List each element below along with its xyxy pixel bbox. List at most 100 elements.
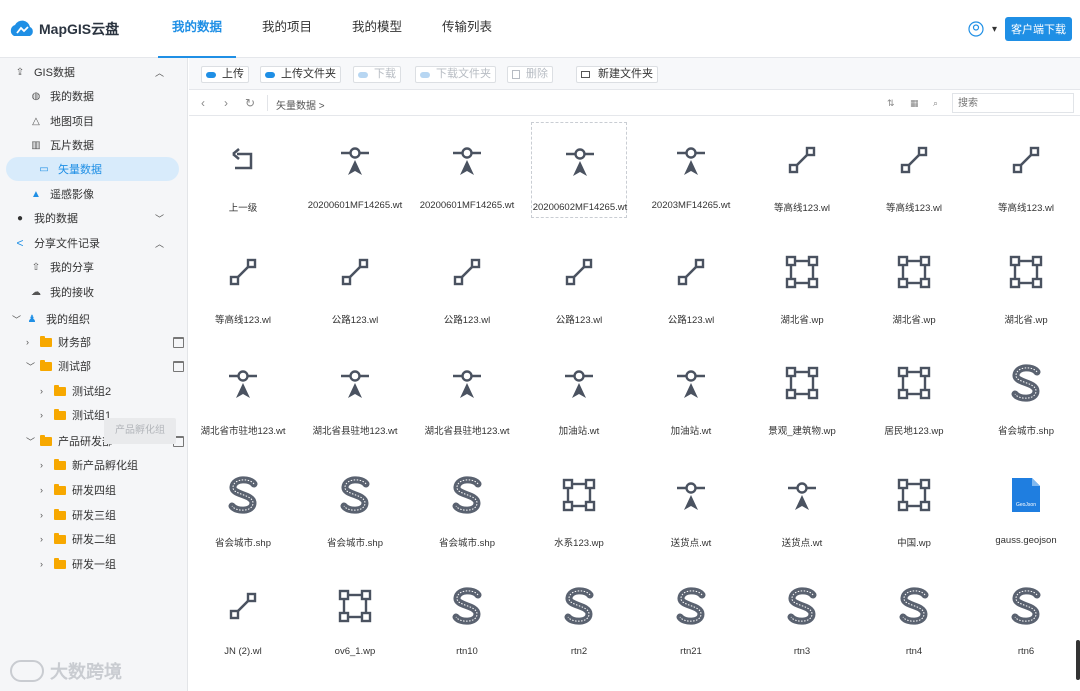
file-item[interactable]: 20200601MF14265.wt (419, 122, 515, 218)
upload-folder-button[interactable]: 上传文件夹 (260, 66, 341, 83)
file-item[interactable]: 湖北省.wp (978, 234, 1074, 330)
sidebar-item-map-project[interactable]: △ 地图项目 (0, 109, 188, 133)
sidebar-item-my-data-group[interactable]: ● 我的数据 ﹀ (0, 206, 188, 230)
file-item[interactable]: GeoJson gauss.geojson (978, 457, 1074, 553)
file-item[interactable]: 等高线123.wl (195, 234, 291, 330)
tree-node-rd1[interactable]: › 研发一组 (0, 552, 188, 576)
file-item[interactable]: 中国.wp (866, 457, 962, 553)
file-item[interactable]: 加油站.wt (643, 345, 739, 441)
tree-node-my-org[interactable]: ﹀ ♟ 我的组织 (0, 307, 188, 331)
file-item[interactable]: 湖北省市驻地123.wt (195, 345, 291, 441)
file-item[interactable]: 居民地123.wp (866, 345, 962, 441)
tree-node-test-group2[interactable]: › 测试组2 (0, 379, 188, 403)
file-item[interactable]: 等高线123.wl (978, 122, 1074, 218)
chevron-up-icon[interactable]: ︿ (155, 66, 164, 79)
logo[interactable]: MapGIS云盘 (8, 17, 119, 41)
chevron-down-icon[interactable]: ﹀ (12, 313, 26, 326)
sidebar-item-vector-data[interactable]: ▭ 矢量数据 (0, 157, 188, 181)
file-item[interactable]: 加油站.wt (531, 345, 627, 441)
sidebar-item-my-receive[interactable]: ☁ 我的接收 (0, 280, 188, 304)
forward-arrow-icon[interactable]: › (224, 96, 228, 110)
delete-button[interactable]: 删除 (507, 66, 553, 83)
file-item[interactable]: 公路123.wl (419, 234, 515, 330)
trash-icon[interactable] (173, 360, 184, 372)
chevron-right-icon[interactable]: › (40, 559, 54, 569)
chevron-right-icon[interactable]: › (40, 410, 54, 420)
breadcrumb[interactable]: 矢量数据 > (276, 97, 325, 112)
file-item[interactable]: 等高线123.wl (866, 122, 962, 218)
refresh-icon[interactable]: ↻ (245, 96, 255, 110)
file-item[interactable]: 20200602MF14265.wt (531, 122, 627, 218)
client-download-button[interactable]: 客户端下载 (1005, 17, 1072, 41)
file-item[interactable]: 等高线123.wl (754, 122, 850, 218)
file-item[interactable]: rtn6 (978, 568, 1074, 664)
chevron-right-icon[interactable]: › (40, 386, 54, 396)
back-arrow-icon[interactable]: ‹ (201, 96, 205, 110)
tree-node-rd2[interactable]: › 研发二组 (0, 527, 188, 551)
tree-node-test-dept[interactable]: ﹀ 测试部 (0, 354, 188, 378)
chevron-right-icon[interactable]: › (40, 534, 54, 544)
upload-button[interactable]: 上传 (201, 66, 249, 83)
scrollbar-thumb[interactable] (1076, 640, 1080, 680)
sidebar-item-gis-data[interactable]: ⇪ GIS数据 ︿ (0, 60, 188, 84)
file-item[interactable]: 省会城市.shp (307, 457, 403, 553)
cloud-upload-icon (206, 71, 216, 78)
download-button[interactable]: 下载 (353, 66, 401, 83)
tab-transfer-list[interactable]: 传输列表 (428, 0, 506, 58)
tab-my-models[interactable]: 我的模型 (338, 0, 416, 58)
chevron-down-icon[interactable]: ﹀ (26, 360, 40, 373)
file-item[interactable]: rtn21 (643, 568, 739, 664)
sidebar-item-tile-data[interactable]: ▥ 瓦片数据 (0, 133, 188, 157)
file-item[interactable]: 送货点.wt (754, 457, 850, 553)
download-folder-button[interactable]: 下载文件夹 (415, 66, 496, 83)
sidebar-item-my-share[interactable]: ⇧ 我的分享 (0, 255, 188, 279)
file-item[interactable]: 湖北省县驻地123.wt (419, 345, 515, 441)
file-item[interactable]: 省会城市.shp (978, 345, 1074, 441)
search-icon[interactable]: ⌕ (933, 98, 938, 109)
chevron-down-icon[interactable]: ﹀ (26, 435, 40, 448)
chevron-down-icon[interactable]: ﹀ (155, 212, 164, 225)
tree-node-finance[interactable]: › 财务部 (0, 330, 188, 354)
chevron-down-icon[interactable]: ▾ (992, 24, 997, 35)
chevron-right-icon[interactable]: › (26, 337, 40, 347)
user-avatar-icon[interactable] (968, 21, 984, 37)
file-item[interactable]: rtn4 (866, 568, 962, 664)
file-item[interactable]: ov6_1.wp (307, 568, 403, 664)
file-item[interactable]: 公路123.wl (643, 234, 739, 330)
sidebar-item-my-data[interactable]: ◍ 我的数据 (0, 84, 188, 108)
chevron-right-icon[interactable]: › (40, 485, 54, 495)
chevron-right-icon[interactable]: › (40, 510, 54, 520)
file-item[interactable]: 省会城市.shp (419, 457, 515, 553)
file-item[interactable]: rtn3 (754, 568, 850, 664)
tab-my-projects[interactable]: 我的项目 (248, 0, 326, 58)
file-item[interactable]: 景观_建筑物.wp (754, 345, 850, 441)
sort-icon[interactable]: ⇅ (887, 98, 895, 109)
search-input[interactable] (952, 93, 1074, 113)
file-item[interactable]: 湖北省.wp (754, 234, 850, 330)
file-name: 等高线123.wl (774, 203, 830, 214)
trash-icon[interactable] (173, 336, 184, 348)
file-item[interactable]: 20200601MF14265.wt (307, 122, 403, 218)
file-item[interactable]: 公路123.wl (307, 234, 403, 330)
new-folder-button[interactable]: 新建文件夹 (576, 66, 658, 83)
tree-node-new-product[interactable]: › 新产品孵化组 (0, 453, 188, 477)
file-item[interactable]: 水系123.wp (531, 457, 627, 553)
file-item[interactable]: 省会城市.shp (195, 457, 291, 553)
file-item[interactable]: 送货点.wt (643, 457, 739, 553)
chevron-right-icon[interactable]: › (40, 460, 54, 470)
tree-node-rd4[interactable]: › 研发四组 (0, 478, 188, 502)
chevron-up-icon[interactable]: ︿ (155, 237, 164, 250)
file-item[interactable]: JN (2).wl (195, 568, 291, 664)
tab-my-data[interactable]: 我的数据 (158, 0, 237, 58)
sidebar-item-remote-image[interactable]: ▲ 遥感影像 (0, 182, 188, 206)
file-item[interactable]: 公路123.wl (531, 234, 627, 330)
file-item[interactable]: rtn10 (419, 568, 515, 664)
file-item[interactable]: 湖北省.wp (866, 234, 962, 330)
grid-view-icon[interactable]: ▦ (910, 98, 919, 109)
sidebar-item-share-records[interactable]: < 分享文件记录 ︿ (0, 231, 188, 255)
file-item[interactable]: 20203MF14265.wt (643, 122, 739, 218)
tree-node-rd3[interactable]: › 研发三组 (0, 503, 188, 527)
file-item[interactable]: rtn2 (531, 568, 627, 664)
file-item[interactable]: 上一级 (195, 122, 291, 218)
file-item[interactable]: 湖北省县驻地123.wt (307, 345, 403, 441)
